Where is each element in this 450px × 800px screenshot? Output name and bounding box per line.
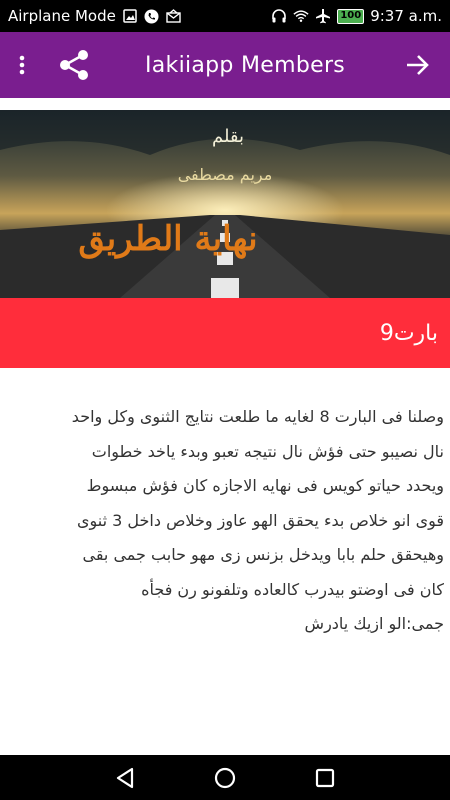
back-triangle-icon [116,767,134,788]
nav-back-button[interactable] [113,766,137,790]
forward-button[interactable] [386,32,450,98]
app-title: Iakiiapp Members [144,52,346,78]
story-line: نال نصيبو حتى فؤش نال نتيجه تعبو وبدء يا… [91,441,444,461]
story-text: وصلنا فى البارت 8 لغايه ما طلعت نتايج ال… [0,400,450,642]
cover-byline-2: مريم مصطفى [178,165,273,185]
battery-indicator: 100 [337,8,365,24]
home-circle-icon [214,767,236,788]
story-line: ويحدد حياتو كويس فى نهايه الاجازه كان فؤ… [86,476,444,495]
story-line: جمى:الو ازيك يادرش [304,614,444,633]
airplane-mode-text: Airplane Mode [8,7,116,25]
image-notification-icon [122,8,138,24]
story-line: كان فى اوضتو بيدرب كالعاده وتلفونو رن فج… [141,579,444,599]
share-button[interactable] [44,32,104,98]
status-bar: Airplane Mode 100 9:37 a.m. [0,0,450,32]
cover-byline-1: بقلم [212,126,244,147]
nav-home-button[interactable] [213,766,237,790]
wifi-icon [293,8,309,24]
arrow-forward-icon [407,55,429,75]
recents-square-icon [315,768,335,787]
app-bar: Iakiiapp Members [0,32,450,98]
story-line: وهيحقق حلم بابا ويدخل بزنس زى مهو حابب ج… [82,545,445,564]
system-nav-bar [0,755,450,800]
airplane-icon [315,8,331,24]
nav-recents-button[interactable] [313,766,337,790]
chapter-title: بارت9 [379,320,438,346]
story-cover-image: بقلم مريم مصطفى نهاية الطريق [0,110,450,298]
mail-notification-icon [166,8,182,24]
phone-notification-icon [144,8,160,24]
share-icon [60,50,88,80]
clock: 9:37 a.m. [370,7,442,25]
story-line: وصلنا فى البارت 8 لغايه ما طلعت نتايج ال… [71,407,444,426]
more-vert-icon [19,55,25,75]
chapter-header: بارت9 [0,298,450,368]
cover-title: نهاية الطريق [78,219,257,259]
headphones-icon [271,8,287,24]
story-line: قوى انو خلاص بدء يحقق الهو عاوز وخلاص دا… [76,510,444,530]
more-options-button[interactable] [0,32,44,98]
